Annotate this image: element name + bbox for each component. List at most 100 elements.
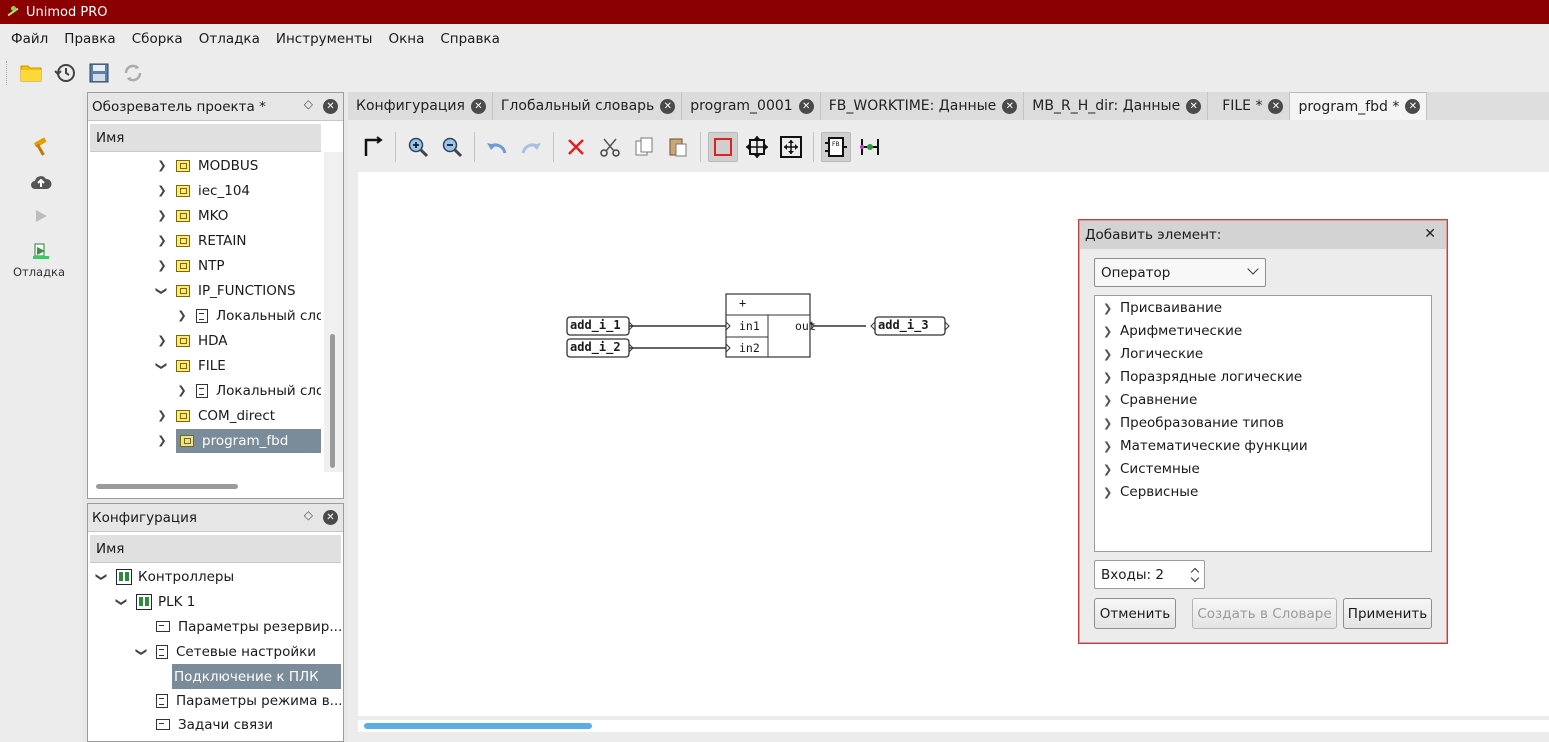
function-block-icon[interactable]: FB (821, 132, 851, 162)
category-item[interactable]: ❯ Логические (1103, 343, 1203, 365)
tab-file[interactable]: FILE * ✕ (1208, 92, 1291, 120)
chevron-right-icon[interactable]: ❯ (156, 434, 168, 447)
chevron-right-icon[interactable]: ❯ (156, 334, 168, 347)
pin-icon[interactable]: ◇ (304, 508, 313, 522)
menu-build[interactable]: Сборка (124, 31, 191, 47)
tree-item[interactable]: ❯ HDA (156, 328, 227, 353)
block-input-in2[interactable]: in2 (739, 341, 760, 355)
menu-tools[interactable]: Инструменты (268, 31, 381, 47)
paste-icon[interactable] (663, 132, 693, 162)
tree-item[interactable]: ❯ PLK 1 (116, 589, 195, 614)
tree-item[interactable]: Задачи связи (156, 712, 273, 737)
category-item[interactable]: ❯ Сравнение (1103, 389, 1197, 411)
category-item[interactable]: ❯ Арифметические (1103, 320, 1242, 342)
category-item[interactable]: ❯ Поразрядные логические (1103, 366, 1302, 388)
chevron-right-icon[interactable]: ❯ (176, 384, 188, 397)
tree-item[interactable]: Параметры резервир... (156, 614, 341, 639)
close-icon[interactable]: ✕ (323, 510, 338, 525)
chevron-right-icon[interactable]: ❯ (1103, 486, 1113, 499)
column-header-name[interactable]: Имя (90, 535, 341, 563)
zoom-in-icon[interactable] (403, 132, 433, 162)
canvas-horizontal-scrollbar[interactable] (358, 720, 1549, 732)
tree-item[interactable]: ❯ RETAIN (156, 228, 246, 253)
spin-down-icon[interactable] (1190, 573, 1200, 583)
connector-tool-icon[interactable] (358, 132, 388, 162)
menu-help[interactable]: Справка (432, 31, 507, 47)
redo-icon[interactable] (516, 132, 546, 162)
tree-item-selected[interactable]: Подключение к ПЛК (172, 664, 341, 689)
chevron-right-icon[interactable]: ❯ (1103, 348, 1113, 361)
tab-program-fbd[interactable]: program_fbd * ✕ (1290, 92, 1428, 120)
chevron-down-icon[interactable]: ❯ (96, 571, 109, 583)
chevron-right-icon[interactable]: ❯ (1103, 440, 1113, 453)
variable-add-i-2[interactable]: add_i_2 (570, 340, 621, 354)
horizontal-scrollbar-thumb[interactable] (96, 484, 238, 489)
resize-icon[interactable] (776, 132, 806, 162)
close-icon[interactable]: ✕ (323, 99, 338, 114)
chevron-right-icon[interactable]: ❯ (1103, 302, 1113, 315)
tree-item[interactable]: ❯ iec_104 (156, 178, 250, 203)
chevron-right-icon[interactable]: ❯ (1103, 394, 1113, 407)
category-item[interactable]: ❯ Преобразование типов (1103, 412, 1284, 434)
chevron-down-icon[interactable]: ❯ (156, 285, 169, 297)
select-rect-icon[interactable] (708, 132, 738, 162)
element-type-select[interactable]: Оператор (1094, 258, 1266, 287)
tree-item[interactable]: ❯ COM_direct (156, 403, 275, 428)
undo-icon[interactable] (482, 132, 512, 162)
chevron-right-icon[interactable]: ❯ (156, 184, 168, 197)
tree-item[interactable]: ❯ NTP (156, 253, 224, 278)
category-item[interactable]: ❯ Математические функции (1103, 435, 1308, 457)
debug-icon[interactable] (0, 236, 82, 266)
close-icon[interactable]: ✕ (1268, 98, 1284, 114)
tab-fb-worktime[interactable]: FB_WORKTIME: Данные ✕ (820, 92, 1025, 120)
cut-icon[interactable] (595, 132, 625, 162)
apply-button[interactable]: Применить (1343, 598, 1432, 629)
tree-item[interactable]: ❯ MKO (156, 203, 228, 228)
chevron-down-icon[interactable]: ❯ (136, 646, 149, 658)
tree-item[interactable]: ❯ Сетевые настройки (136, 639, 317, 664)
menu-edit[interactable]: Правка (56, 31, 123, 47)
tree-item[interactable]: ❯ IP_FUNCTIONS (156, 278, 296, 303)
save-icon[interactable] (84, 58, 114, 88)
connection-point-icon[interactable] (855, 132, 885, 162)
menu-debug[interactable]: Отладка (191, 31, 268, 47)
tree-item[interactable]: Параметры режима в... (156, 688, 341, 713)
debug-label[interactable]: Отладка (0, 265, 78, 279)
scrollbar-thumb[interactable] (330, 334, 335, 468)
close-icon[interactable]: ✕ (1186, 98, 1202, 114)
tab-mb-r-h-dir[interactable]: MB_R_H_dir: Данные ✕ (1024, 92, 1209, 120)
tree-item[interactable]: ❯ Локальный слов (176, 303, 321, 328)
tree-item[interactable]: ❯ Контроллеры (96, 564, 234, 589)
close-icon[interactable]: ✕ (1424, 226, 1436, 242)
chevron-right-icon[interactable]: ❯ (156, 409, 168, 422)
chevron-right-icon[interactable]: ❯ (156, 259, 168, 272)
block-input-in1[interactable]: in1 (739, 319, 760, 333)
chevron-down-icon[interactable]: ❯ (116, 596, 129, 608)
chevron-down-icon[interactable]: ❯ (156, 360, 169, 372)
chevron-right-icon[interactable]: ❯ (156, 159, 168, 172)
close-icon[interactable]: ✕ (1405, 99, 1421, 114)
tree-item[interactable]: ❯ MODBUS (156, 153, 258, 178)
tree-item[interactable]: ❯ FILE (156, 353, 226, 378)
chevron-right-icon[interactable]: ❯ (156, 209, 168, 222)
column-header-name[interactable]: Имя (90, 124, 321, 152)
zoom-out-icon[interactable] (437, 132, 467, 162)
block-output-out[interactable]: out (795, 319, 816, 333)
category-item[interactable]: ❯ Системные (1103, 458, 1200, 480)
close-icon[interactable]: ✕ (1002, 98, 1018, 114)
run-play-icon[interactable] (0, 201, 82, 231)
copy-icon[interactable] (629, 132, 659, 162)
chevron-right-icon[interactable]: ❯ (176, 309, 188, 322)
tab-program-0001[interactable]: program_0001 ✕ (682, 92, 821, 120)
close-icon[interactable]: ✕ (798, 98, 814, 114)
inputs-count-spinbox[interactable]: Входы: 2 (1094, 560, 1205, 589)
refresh-icon[interactable] (118, 58, 148, 88)
menu-file[interactable]: Файл (3, 31, 56, 47)
history-icon[interactable] (50, 58, 80, 88)
create-in-dictionary-button[interactable]: Создать в Словаре (1192, 598, 1337, 629)
open-folder-icon[interactable] (16, 58, 46, 88)
menu-windows[interactable]: Окна (380, 31, 432, 47)
tree-item-selected[interactable]: ❯ program_fbd (156, 428, 321, 453)
upload-cloud-icon[interactable] (0, 167, 82, 197)
tree-item[interactable]: ❯ Локальный слов (176, 378, 321, 403)
